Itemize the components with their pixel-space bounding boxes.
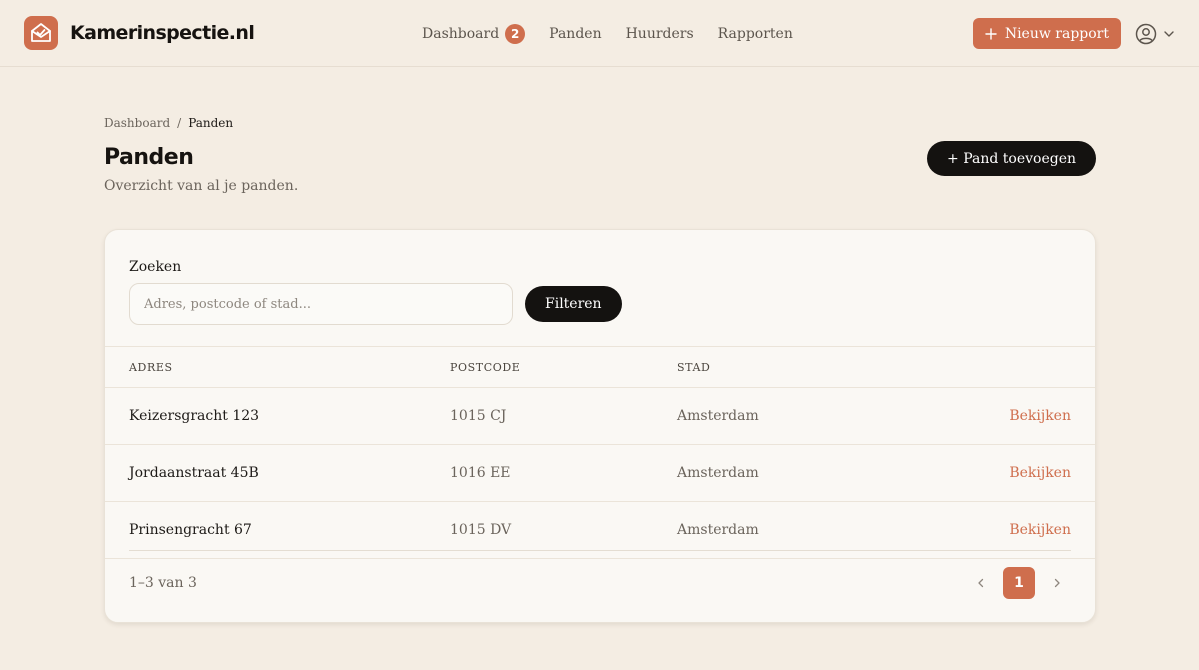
view-link[interactable]: Bekijken	[1009, 408, 1071, 424]
nav-item-huurders[interactable]: Huurders	[626, 26, 694, 42]
cell-adres: Keizersgracht 123	[129, 408, 260, 424]
nav-item-dashboard[interactable]: Dashboard 2	[422, 23, 526, 44]
brand-name: Kamerinspectie.nl	[70, 22, 255, 44]
properties-card: Zoeken Filteren ADRES POSTCODE STAD Keiz…	[104, 229, 1096, 623]
new-report-label: Nieuw rapport	[1004, 25, 1109, 42]
cell-postcode: 1015 DV	[450, 522, 512, 538]
filter-button[interactable]: Filteren	[525, 286, 622, 322]
pagination: 1	[967, 567, 1071, 599]
cell-stad: Amsterdam	[677, 465, 759, 481]
breadcrumb-separator: /	[177, 116, 182, 130]
user-circle-icon	[1135, 23, 1157, 44]
header-actions: Nieuw rapport	[972, 0, 1175, 67]
brand[interactable]: Kamerinspectie.nl	[24, 16, 255, 50]
cell-stad: Amsterdam	[677, 408, 759, 424]
chevron-down-icon	[1164, 30, 1174, 37]
new-report-button[interactable]: Nieuw rapport	[972, 18, 1121, 49]
table-header: ADRES POSTCODE STAD	[105, 347, 1095, 388]
cell-postcode: 1016 EE	[450, 465, 511, 481]
chevron-left-icon	[978, 578, 984, 588]
previous-page-button[interactable]	[967, 567, 995, 599]
breadcrumb-current: Panden	[188, 116, 234, 130]
pagination-range: 1–3 van 3	[129, 575, 197, 591]
top-navigation-bar: Kamerinspectie.nl Dashboard 2 Panden Huu…	[0, 0, 1199, 67]
view-link[interactable]: Bekijken	[1009, 522, 1071, 538]
search-label: Zoeken	[129, 259, 182, 275]
table-row: Jordaanstraat 45B 1016 EE Amsterdam Beki…	[105, 445, 1095, 502]
add-property-button[interactable]: + Pand toevoegen	[927, 141, 1096, 176]
nav-item-panden[interactable]: Panden	[549, 26, 601, 42]
page-number-button[interactable]: 1	[1003, 567, 1035, 599]
house-envelope-icon	[24, 16, 58, 50]
column-header-stad: STAD	[677, 361, 711, 374]
breadcrumb: Dashboard / Panden	[104, 116, 1096, 130]
nav-item-label: Dashboard	[422, 25, 500, 42]
next-page-button[interactable]	[1043, 567, 1071, 599]
breadcrumb-link-dashboard[interactable]: Dashboard	[104, 116, 170, 130]
view-link[interactable]: Bekijken	[1009, 465, 1071, 481]
search-input[interactable]	[129, 283, 513, 325]
page-header: Panden Overzicht van al je panden. + Pan…	[104, 141, 1096, 209]
cell-adres: Jordaanstraat 45B	[129, 465, 259, 481]
nav-item-label: Rapporten	[717, 25, 793, 42]
nav-item-label: Panden	[549, 25, 602, 42]
notification-badge: 2	[505, 23, 526, 44]
column-header-adres: ADRES	[129, 361, 173, 374]
account-menu[interactable]	[1135, 23, 1175, 45]
cell-postcode: 1015 CJ	[450, 408, 507, 424]
nav-item-label: Huurders	[625, 25, 694, 42]
table-footer: 1–3 van 3 1	[129, 550, 1071, 614]
page-subtitle: Overzicht van al je panden.	[104, 178, 299, 194]
chevron-right-icon	[1054, 578, 1060, 588]
plus-icon	[985, 27, 997, 40]
main-content: Dashboard / Panden Panden Overzicht van …	[104, 67, 1096, 623]
search-row: Filteren	[129, 283, 1071, 325]
nav-item-rapporten[interactable]: Rapporten	[718, 26, 793, 42]
column-header-postcode: POSTCODE	[450, 361, 521, 374]
search-panel: Zoeken Filteren	[105, 230, 1095, 347]
main-nav: Dashboard 2 Panden Huurders Rapporten	[422, 0, 793, 67]
cell-adres: Prinsengracht 67	[129, 522, 252, 538]
table-row: Keizersgracht 123 1015 CJ Amsterdam Beki…	[105, 388, 1095, 445]
cell-stad: Amsterdam	[677, 522, 759, 538]
